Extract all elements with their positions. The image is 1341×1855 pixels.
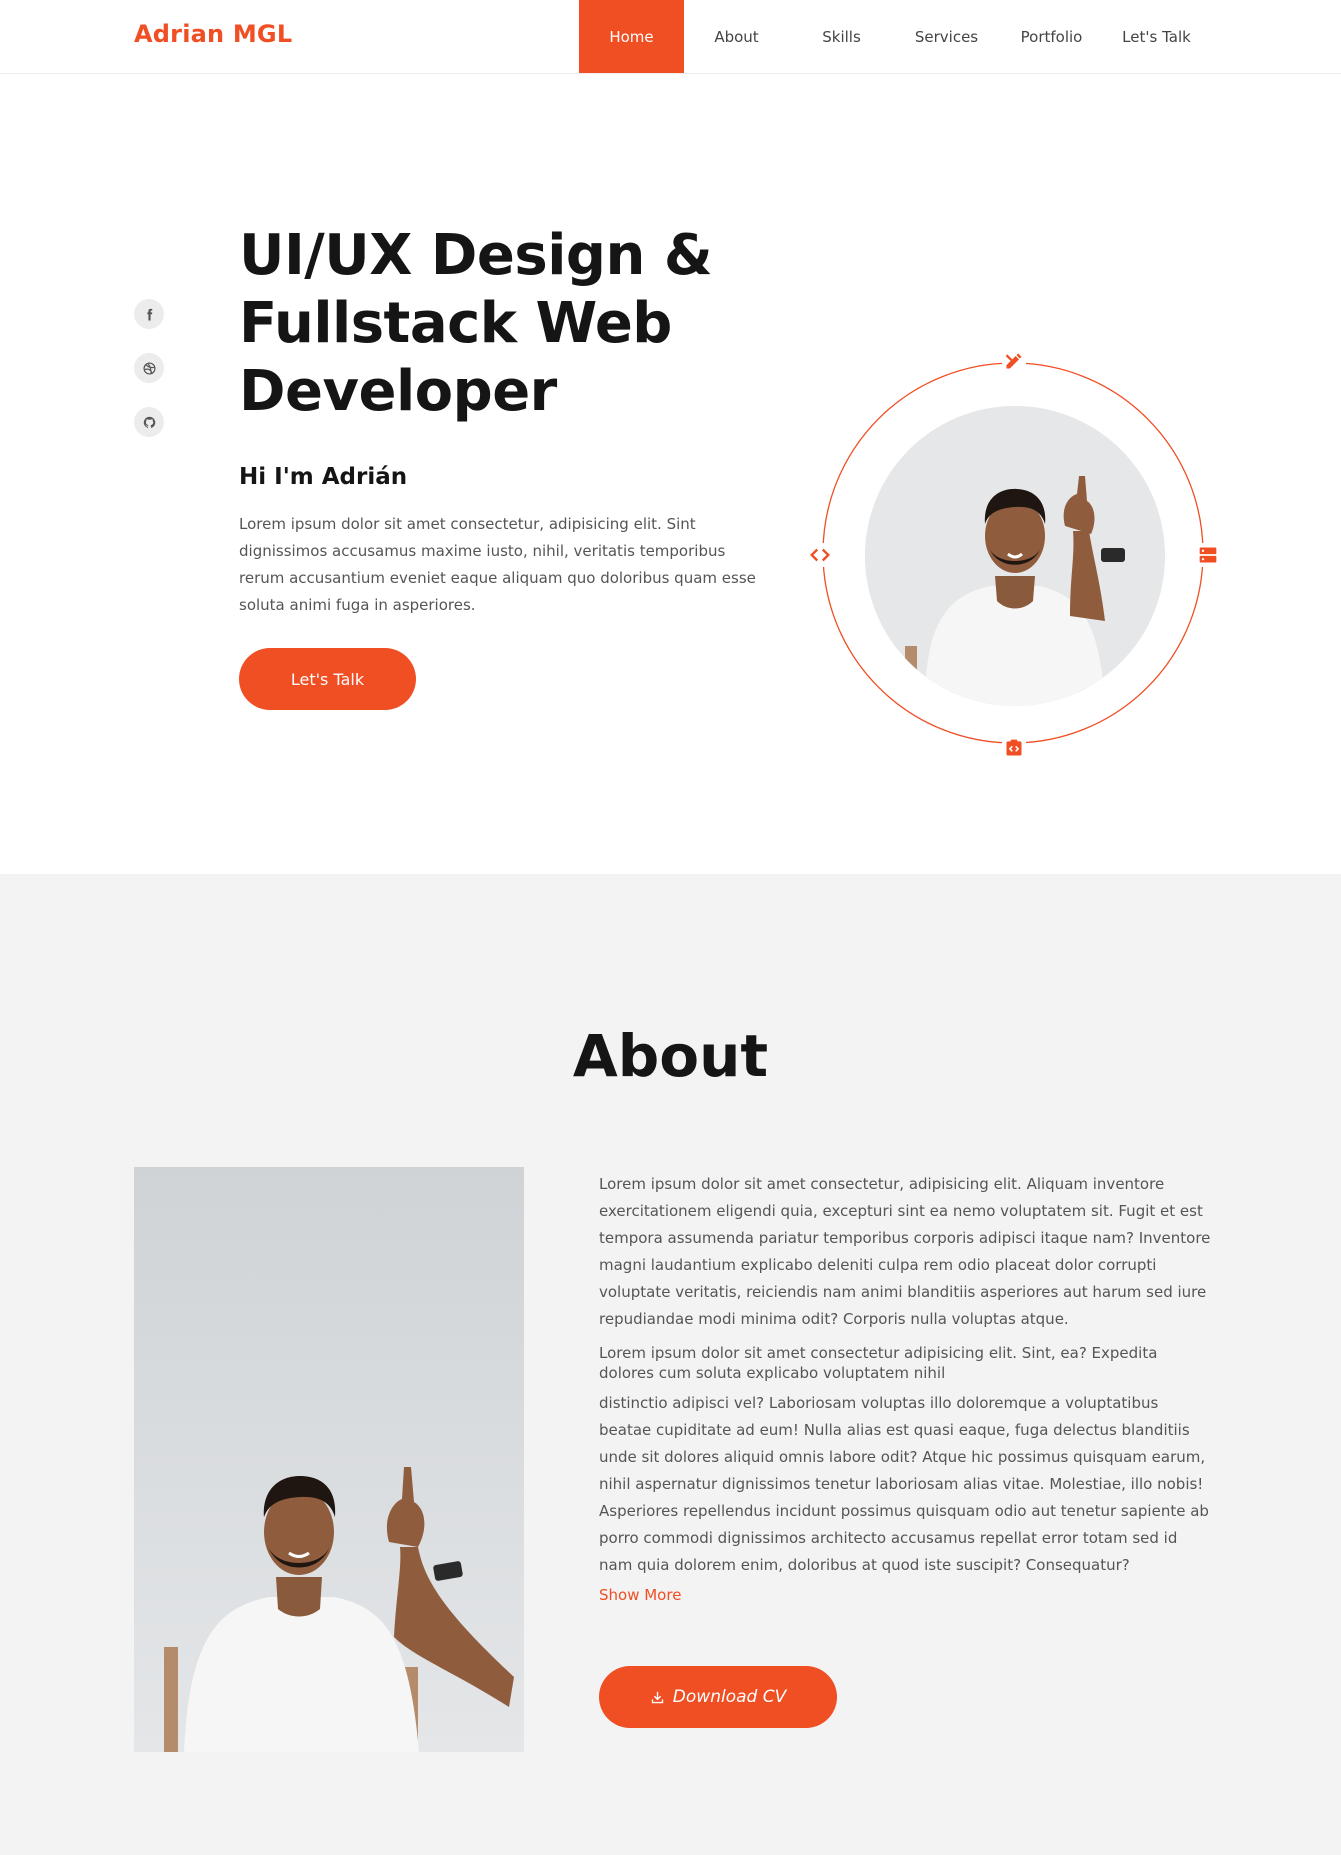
nav-skills[interactable]: Skills — [789, 0, 894, 73]
about-paragraph-1: Lorem ipsum dolor sit amet consectetur, … — [599, 1175, 1211, 1328]
about-section: About Lorem ipsum dolor sit amet consect… — [0, 874, 1341, 1855]
about-paragraph-3: distinctio adipisci vel? Laboriosam volu… — [599, 1394, 1209, 1574]
nav-about[interactable]: About — [684, 0, 789, 73]
code-file-icon — [1002, 736, 1026, 760]
download-cv-label: Download CV — [672, 1687, 787, 1707]
lets-talk-button[interactable]: Let's Talk — [239, 648, 416, 710]
about-title: About — [572, 1022, 769, 1090]
hero-description: Lorem ipsum dolor sit amet consectetur, … — [239, 515, 756, 614]
about-photo — [134, 1167, 524, 1752]
hero-avatar — [865, 406, 1165, 706]
nav-portfolio[interactable]: Portfolio — [999, 0, 1104, 73]
site-logo[interactable]: Adrian MGL — [134, 20, 292, 48]
hero-title-line-2: Fullstack Web — [239, 291, 672, 356]
main-nav: Home About Skills Services Portfolio Let… — [579, 0, 1209, 73]
hero-title: UI/UX Design & Fullstack Web Developer — [239, 222, 759, 426]
hero-title-line-1: UI/UX Design & — [239, 223, 713, 288]
design-tools-icon — [1002, 349, 1026, 373]
hero-section: UI/UX Design & Fullstack Web Developer H… — [0, 74, 1341, 874]
show-more-link[interactable]: Show More — [599, 1586, 681, 1604]
nav-lets-talk[interactable]: Let's Talk — [1104, 0, 1209, 73]
site-header: Adrian MGL Home About Skills Services Po… — [0, 0, 1341, 74]
hero-title-line-3: Developer — [239, 359, 557, 424]
dribbble-icon[interactable] — [134, 353, 164, 383]
server-icon — [1196, 543, 1220, 567]
download-cv-button[interactable]: Download CV — [599, 1666, 837, 1728]
nav-home[interactable]: Home — [579, 0, 684, 73]
facebook-icon[interactable] — [134, 299, 164, 329]
nav-services[interactable]: Services — [894, 0, 999, 73]
github-icon[interactable] — [134, 407, 164, 437]
hero-greeting: Hi I'm Adrián — [239, 464, 408, 490]
download-icon — [651, 1691, 663, 1703]
code-brackets-icon — [808, 543, 832, 567]
about-paragraph-2: Lorem ipsum dolor sit amet consectetur a… — [599, 1344, 1158, 1382]
